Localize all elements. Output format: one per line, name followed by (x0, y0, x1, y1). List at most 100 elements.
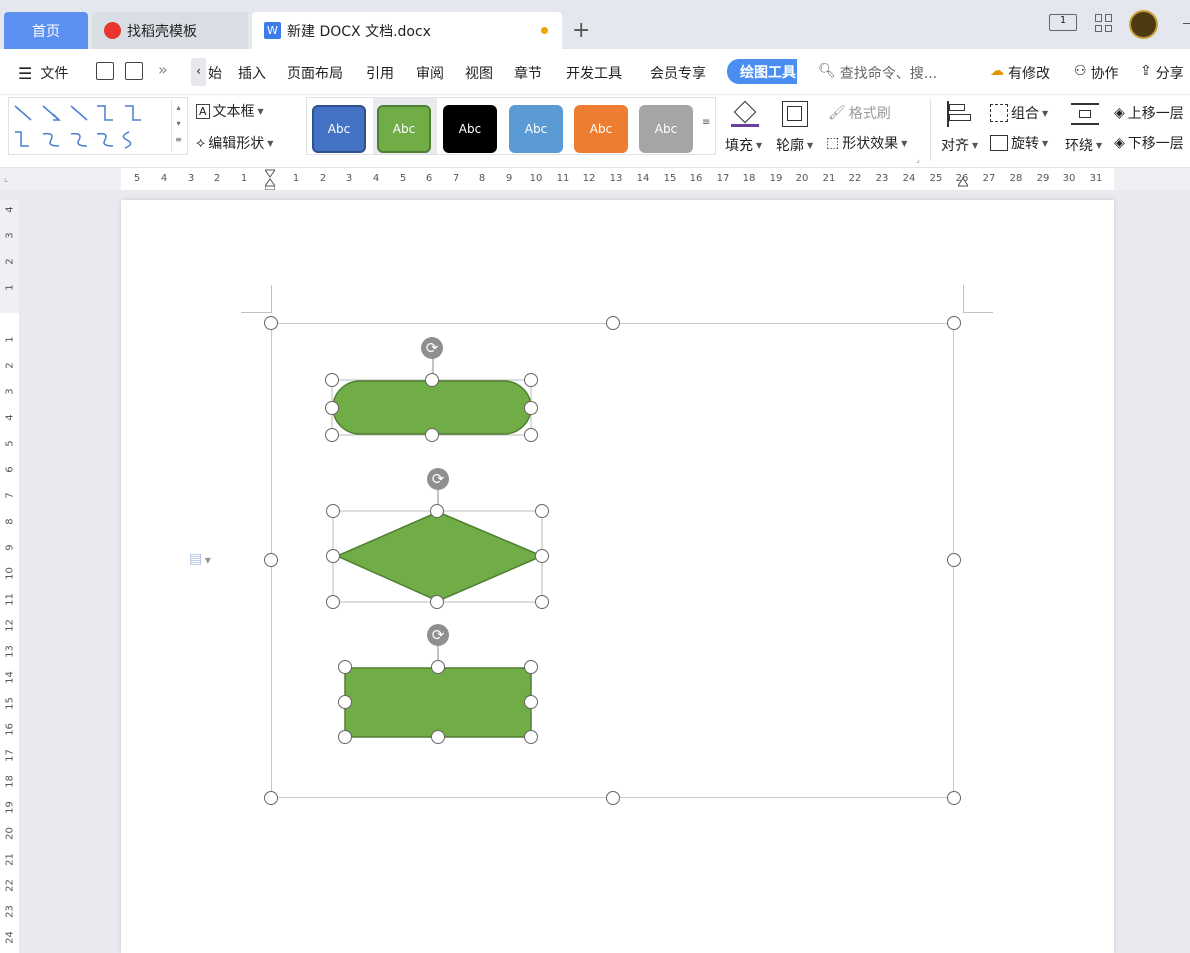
ruler-tick-label: 6 (4, 466, 16, 473)
resize-handle[interactable] (524, 401, 538, 415)
ruler-tick-label: 20 (4, 827, 16, 840)
document-page[interactable]: ▤ ▼ ⟳ ⟳ ⟳ (121, 200, 1114, 953)
send-backward-button[interactable]: ◈ 下移一层 (1114, 133, 1184, 153)
menu-developer[interactable]: 开发工具 (566, 63, 622, 83)
export-icon[interactable] (125, 62, 143, 80)
resize-handle[interactable] (524, 730, 538, 744)
rotate-handle-icon[interactable]: ⟳ (421, 337, 443, 359)
scroll-left-button[interactable]: ‹ (191, 58, 206, 86)
fill-button[interactable]: 填充 ▼ (725, 135, 762, 155)
resize-handle[interactable] (325, 401, 339, 415)
resize-handle[interactable] (425, 428, 439, 442)
resize-handle[interactable] (524, 373, 538, 387)
resize-handle[interactable] (430, 504, 444, 518)
resize-handle[interactable] (425, 373, 439, 387)
resize-handle[interactable] (338, 695, 352, 709)
resize-handle[interactable] (947, 553, 961, 567)
resize-handle[interactable] (326, 595, 340, 609)
menu-member[interactable]: 会员专享 (650, 63, 706, 83)
group-button[interactable]: 组合 ▼ (990, 103, 1048, 123)
style-green[interactable]: Abc (377, 105, 431, 153)
decision-shape[interactable] (335, 511, 544, 602)
changes-button[interactable]: ☁ 有修改 (990, 63, 1050, 83)
right-indent-marker[interactable] (957, 174, 969, 188)
wrap-button[interactable]: 环绕 ▼ (1065, 135, 1102, 155)
menu-page-layout[interactable]: 页面布局 (287, 63, 343, 83)
gallery-scroll[interactable]: ▴ ▾ ≡ (171, 100, 185, 152)
ruler-tick-label: 3 (4, 388, 16, 395)
ruler-tick-label: 16 (4, 723, 16, 736)
resize-handle[interactable] (535, 549, 549, 563)
rotate-handle-icon[interactable]: ⟳ (427, 468, 449, 490)
avatar[interactable] (1129, 10, 1158, 39)
window-layout-icon[interactable]: 1 (1049, 14, 1077, 31)
resize-handle[interactable] (535, 504, 549, 518)
align-button[interactable]: 对齐 ▼ (941, 135, 978, 155)
resize-handle[interactable] (431, 730, 445, 744)
format-painter-button[interactable]: 🖌︎ 格式刷 (828, 103, 891, 123)
resize-handle[interactable] (326, 549, 340, 563)
menu-file[interactable]: ☰ 文件 (18, 63, 68, 83)
connector-gallery[interactable]: ▴ ▾ ≡ (8, 97, 188, 155)
rotate-handle-icon[interactable]: ⟳ (427, 624, 449, 646)
dialog-launcher-icon[interactable]: ⌟ (916, 155, 920, 164)
menu-insert[interactable]: 插入 (238, 63, 266, 83)
rotate-button[interactable]: 旋转 ▼ (990, 133, 1048, 153)
menu-start[interactable]: 始 (208, 63, 222, 83)
resize-handle[interactable] (264, 316, 278, 330)
resize-handle[interactable] (326, 504, 340, 518)
tab-document[interactable]: W 新建 DOCX 文档.docx (252, 12, 562, 49)
resize-handle[interactable] (606, 316, 620, 330)
style-black[interactable]: Abc (443, 105, 497, 153)
text-box-button[interactable]: A 文本框 ▼ (196, 101, 264, 121)
command-search-label: 查找命令、搜... (839, 66, 938, 82)
group-label: 组合 (1011, 106, 1039, 122)
resize-handle[interactable] (535, 595, 549, 609)
resize-handle[interactable] (524, 695, 538, 709)
style-gray[interactable]: Abc (639, 105, 693, 153)
outline-button[interactable]: 轮廓 ▼ (776, 135, 813, 155)
unsaved-dot-icon (541, 27, 548, 34)
style-orange[interactable]: Abc (574, 105, 628, 153)
resize-handle[interactable] (947, 791, 961, 805)
process-shape[interactable] (344, 667, 532, 738)
tab-template[interactable]: 找稻壳模板 (92, 12, 248, 49)
edit-shape-button[interactable]: ⟡ 编辑形状 ▼ (196, 133, 273, 153)
resize-handle[interactable] (606, 791, 620, 805)
resize-handle[interactable] (338, 660, 352, 674)
more-menus-button[interactable]: » (158, 60, 168, 79)
bring-forward-button[interactable]: ◈ 上移一层 (1114, 103, 1184, 123)
terminator-shape[interactable] (332, 380, 532, 435)
resize-handle[interactable] (430, 595, 444, 609)
minimize-icon[interactable] (1183, 23, 1190, 24)
menu-references[interactable]: 引用 (366, 63, 394, 83)
style-blue[interactable]: Abc (312, 105, 366, 153)
menu-view[interactable]: 视图 (465, 63, 493, 83)
style-light-blue[interactable]: Abc (509, 105, 563, 153)
resize-handle[interactable] (524, 428, 538, 442)
menu-drawing-tools[interactable]: 绘图工具 (727, 59, 797, 84)
resize-handle[interactable] (947, 316, 961, 330)
add-tab-button[interactable]: + (572, 18, 590, 43)
resize-handle[interactable] (325, 428, 339, 442)
style-gallery-more[interactable]: ≡ (702, 117, 710, 128)
resize-handle[interactable] (338, 730, 352, 744)
collab-button[interactable]: ⚇ 协作 (1074, 63, 1119, 83)
resize-handle[interactable] (524, 660, 538, 674)
resize-handle[interactable] (431, 660, 445, 674)
resize-handle[interactable] (264, 553, 278, 567)
ruler-tick-label: 2 (4, 258, 16, 265)
share-button[interactable]: ⇪ 分享 (1140, 63, 1184, 83)
save-icon[interactable] (96, 62, 114, 80)
shape-effects-button[interactable]: ⬚ 形状效果 ▼ (826, 133, 907, 153)
resize-handle[interactable] (264, 791, 278, 805)
tab-home[interactable]: 首页 (4, 12, 88, 49)
first-indent-marker[interactable] (264, 168, 276, 191)
align-label: 对齐 (941, 138, 969, 154)
menu-review[interactable]: 审阅 (416, 63, 444, 83)
command-search[interactable]: 🔍︎ 查找命令、搜... (818, 63, 937, 83)
resize-handle[interactable] (325, 373, 339, 387)
apps-grid-icon[interactable] (1095, 14, 1113, 32)
menu-chapter[interactable]: 章节 (514, 63, 542, 83)
ruler-tick-label: 23 (875, 173, 889, 184)
